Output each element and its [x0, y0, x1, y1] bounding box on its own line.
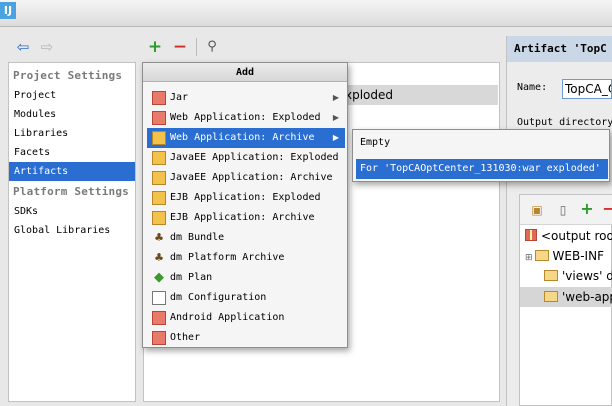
add-menu-title: Add [143, 63, 347, 82]
sidebar-item-artifacts[interactable]: Artifacts [9, 162, 135, 181]
name-label: Name: [517, 82, 548, 93]
menu-item-dm-platform-archive[interactable]: ♣ dm Platform Archive [147, 248, 345, 268]
remove-element-icon[interactable]: − [600, 200, 612, 218]
menu-item-javaee-exploded[interactable]: JavaEE Application: Exploded [147, 148, 345, 168]
submenu-item-empty[interactable]: Empty [356, 133, 608, 153]
forward-arrow-icon[interactable]: ⇨ [38, 38, 56, 56]
ejb-icon [152, 191, 166, 205]
add-element-icon[interactable]: + [578, 200, 596, 218]
tree-row[interactable]: <output roo [520, 226, 612, 246]
name-field[interactable]: TopCA_O [562, 79, 612, 99]
menu-item-dm-configuration[interactable]: dm Configuration [147, 288, 345, 308]
menu-item-jar[interactable]: Jar ▶ [147, 88, 345, 108]
output-directory-label: Output directory [517, 117, 612, 128]
sidebar-item-project[interactable]: Project [9, 86, 135, 105]
app-icon: IJ [0, 2, 16, 19]
gift-icon [152, 171, 166, 185]
gift-icon [152, 311, 166, 325]
submenu-arrow-icon: ▶ [332, 133, 339, 142]
sidebar-item-global-libraries[interactable]: Global Libraries [9, 221, 135, 240]
tree-row[interactable]: 'web-app [520, 287, 612, 307]
tree-row[interactable]: ⊞ WEB-INF [520, 246, 612, 266]
gift-icon [152, 91, 166, 105]
menu-item-javaee-archive[interactable]: JavaEE Application: Archive [147, 168, 345, 188]
platform-settings-heading: Platform Settings [13, 185, 129, 198]
sidebar-item-modules[interactable]: Modules [9, 105, 135, 124]
sidebar-item-sdks[interactable]: SDKs [9, 202, 135, 221]
menu-item-dm-plan[interactable]: ◆ dm Plan [147, 268, 345, 288]
archive-icon[interactable]: ▯ [554, 201, 572, 219]
menu-item-other[interactable]: Other [147, 328, 345, 348]
title-bar [0, 0, 612, 27]
menu-item-ejb-archive[interactable]: EJB Application: Archive [147, 208, 345, 228]
gift-icon [152, 331, 166, 345]
submenu-arrow-icon: ▶ [332, 93, 339, 102]
document-icon [152, 291, 166, 305]
menu-item-dm-bundle[interactable]: ♣ dm Bundle [147, 228, 345, 248]
settings-sidebar: Project Settings Project Modules Librari… [8, 62, 136, 402]
gift-icon [152, 151, 166, 165]
ejb-icon [152, 211, 166, 225]
menu-item-android-application[interactable]: Android Application [147, 308, 345, 328]
toolbar-divider [196, 38, 197, 56]
project-settings-heading: Project Settings [13, 69, 123, 82]
dm-plan-icon: ◆ [154, 270, 164, 285]
folder-icon [544, 270, 558, 281]
layout-toolbar: ▣ ▯ + − [520, 195, 612, 225]
new-folder-icon[interactable]: ▣ [528, 201, 546, 219]
menu-item-web-app-exploded[interactable]: Web Application: Exploded ▶ [147, 108, 345, 128]
tree-row[interactable]: 'views' d [520, 266, 612, 286]
submenu-item-for-exploded[interactable]: For 'TopCAOptCenter_131030:war exploded' [356, 159, 608, 179]
dm-bundle-icon: ♣ [154, 231, 164, 244]
dm-platform-icon: ♣ [154, 251, 164, 264]
sidebar-item-libraries[interactable]: Libraries [9, 124, 135, 143]
folder-icon [534, 250, 549, 261]
menu-item-web-app-archive[interactable]: Web Application: Archive ▶ [147, 128, 345, 148]
menu-item-ejb-exploded[interactable]: EJB Application: Exploded [147, 188, 345, 208]
back-arrow-icon[interactable]: ⇦ [14, 38, 32, 56]
gift-icon [525, 229, 537, 241]
expand-icon[interactable]: ⊞ [525, 253, 533, 263]
artifact-list-row[interactable]: xploded [343, 85, 498, 105]
gift-icon [152, 111, 166, 125]
minus-icon[interactable]: − [171, 38, 189, 56]
magnifier-icon[interactable]: ⚲ [203, 38, 221, 56]
submenu-arrow-icon: ▶ [332, 113, 339, 122]
gift-icon [152, 131, 166, 145]
artifact-header: Artifact 'TopC [507, 36, 612, 62]
sidebar-item-facets[interactable]: Facets [9, 143, 135, 162]
folder-icon [544, 291, 558, 302]
plus-icon[interactable]: + [146, 38, 164, 56]
